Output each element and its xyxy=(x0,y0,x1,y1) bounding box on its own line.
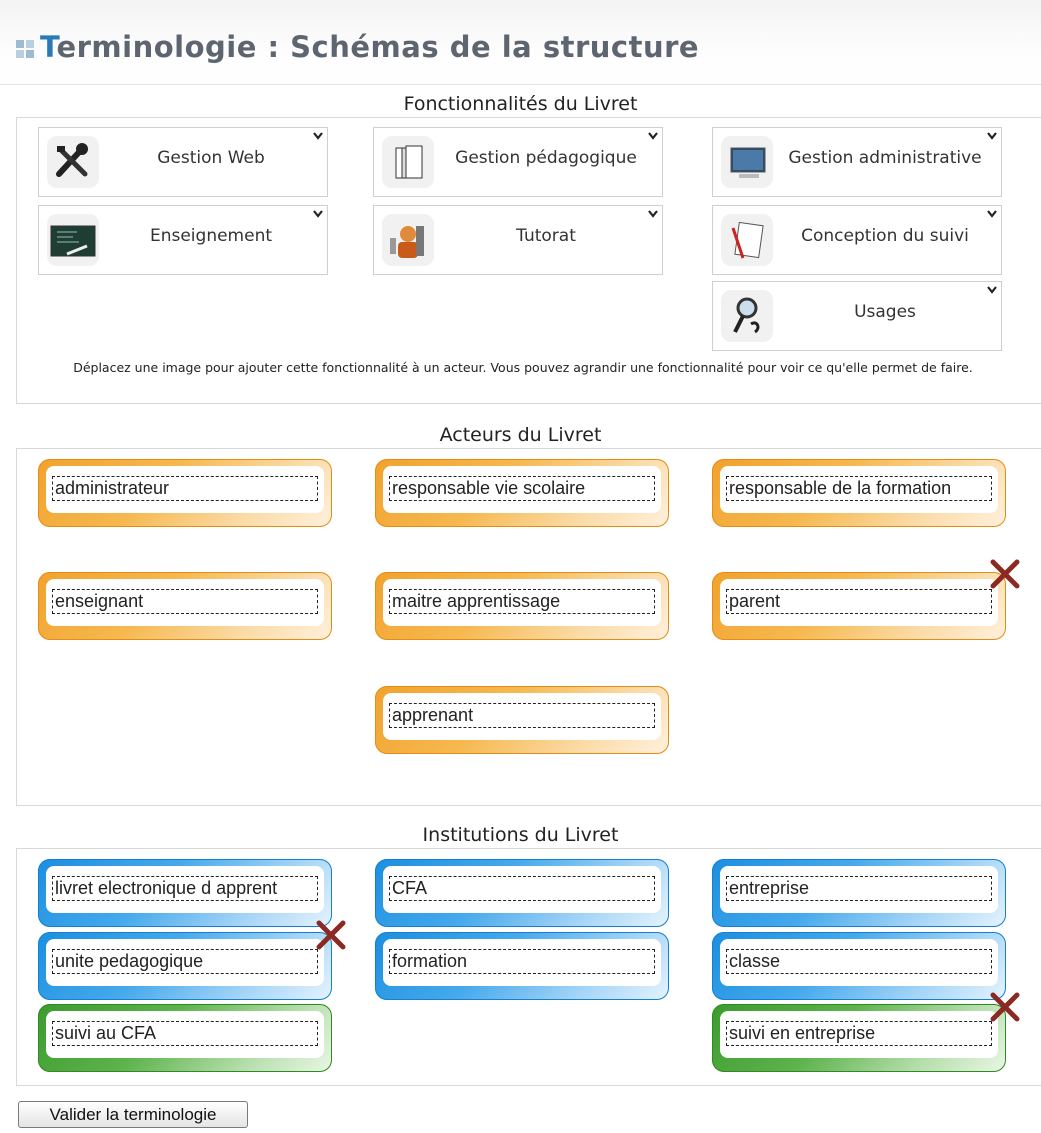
actor-box[interactable]: enseignant xyxy=(38,572,332,640)
feature-gestion-web[interactable]: Gestion Web xyxy=(38,127,328,197)
institution-box[interactable]: livret electronique d apprent xyxy=(38,859,332,927)
actor-name-field[interactable]: maitre apprentissage xyxy=(389,589,655,614)
pencil-paper-icon xyxy=(721,214,773,266)
tools-icon xyxy=(47,136,99,188)
chevron-down-icon[interactable] xyxy=(987,132,997,140)
chevron-down-icon[interactable] xyxy=(987,210,997,218)
institution-box[interactable]: CFA xyxy=(375,859,669,927)
actor-name-field[interactable]: administrateur xyxy=(52,476,318,501)
actor-box[interactable]: responsable de la formation xyxy=(712,459,1006,527)
feature-label: Tutorat xyxy=(516,226,576,246)
institution-name-field[interactable]: suivi en entreprise xyxy=(726,1021,992,1046)
page-title: Terminologie : Schémas de la structure xyxy=(40,30,700,64)
institution-box[interactable]: suivi au CFA xyxy=(38,1004,332,1072)
page-header: Terminologie : Schémas de la structure xyxy=(0,0,1041,86)
institution-name-field[interactable]: classe xyxy=(726,949,992,974)
header-divider xyxy=(0,84,1041,85)
institution-name-field[interactable]: entreprise xyxy=(726,876,992,901)
feature-label: Gestion administrative xyxy=(788,148,982,168)
institution-name-field[interactable]: suivi au CFA xyxy=(52,1021,318,1046)
feature-label: Gestion pédagogique xyxy=(455,148,637,168)
chevron-down-icon[interactable] xyxy=(987,286,997,294)
features-hint: Déplacez une image pour ajouter cette fo… xyxy=(73,360,973,375)
actor-box[interactable]: apprenant xyxy=(375,686,669,754)
monitor-icon xyxy=(721,136,773,188)
feature-label: Usages xyxy=(854,302,916,322)
feature-gestion-pedagogique[interactable]: Gestion pédagogique xyxy=(373,127,663,197)
actor-name-field[interactable]: responsable de la formation xyxy=(726,476,992,501)
magnifier-icon xyxy=(721,290,773,342)
chevron-down-icon[interactable] xyxy=(648,132,658,140)
institution-box[interactable]: unite pedagogique xyxy=(38,932,332,1000)
feature-conception-du-suivi[interactable]: Conception du suivi xyxy=(712,205,1002,275)
chevron-down-icon[interactable] xyxy=(648,210,658,218)
actor-name-field[interactable]: parent xyxy=(726,589,992,614)
feature-label: Gestion Web xyxy=(157,148,265,168)
actor-name-field[interactable]: apprenant xyxy=(389,703,655,728)
actor-name-field[interactable]: responsable vie scolaire xyxy=(389,476,655,501)
institution-name-field[interactable]: unite pedagogique xyxy=(52,949,318,974)
blackboard-icon xyxy=(47,214,99,266)
institution-name-field[interactable]: formation xyxy=(389,949,655,974)
validate-terminology-button[interactable]: Valider la terminologie xyxy=(18,1101,248,1128)
institution-name-field[interactable]: CFA xyxy=(389,876,655,901)
delete-icon[interactable] xyxy=(988,990,1022,1024)
institution-box[interactable]: classe xyxy=(712,932,1006,1000)
institution-box[interactable]: formation xyxy=(375,932,669,1000)
institution-box[interactable]: entreprise xyxy=(712,859,1006,927)
books-icon xyxy=(382,136,434,188)
feature-label: Enseignement xyxy=(149,226,273,246)
actor-name-field[interactable]: enseignant xyxy=(52,589,318,614)
feature-label: Conception du suivi xyxy=(801,226,969,246)
feature-enseignement[interactable]: Enseignement xyxy=(38,205,328,275)
actor-box[interactable]: parent xyxy=(712,572,1006,640)
actor-box[interactable]: administrateur xyxy=(38,459,332,527)
actor-box[interactable]: maitre apprentissage xyxy=(375,572,669,640)
chevron-down-icon[interactable] xyxy=(313,132,323,140)
actors-heading: Acteurs du Livret xyxy=(439,424,602,446)
institution-name-field[interactable]: livret electronique d apprent xyxy=(52,876,318,901)
institution-box[interactable]: suivi en entreprise xyxy=(712,1004,1006,1072)
actor-box[interactable]: responsable vie scolaire xyxy=(375,459,669,527)
feature-tutorat[interactable]: Tutorat xyxy=(373,205,663,275)
institutions-heading: Institutions du Livret xyxy=(422,824,619,846)
tutor-icon xyxy=(382,214,434,266)
feature-gestion-administrative[interactable]: Gestion administrative xyxy=(712,127,1002,197)
delete-icon[interactable] xyxy=(314,918,348,952)
features-heading: Fonctionnalités du Livret xyxy=(403,93,638,115)
page-title-icon xyxy=(16,40,34,58)
delete-icon[interactable] xyxy=(988,557,1022,591)
feature-usages[interactable]: Usages xyxy=(712,281,1002,351)
chevron-down-icon[interactable] xyxy=(313,210,323,218)
